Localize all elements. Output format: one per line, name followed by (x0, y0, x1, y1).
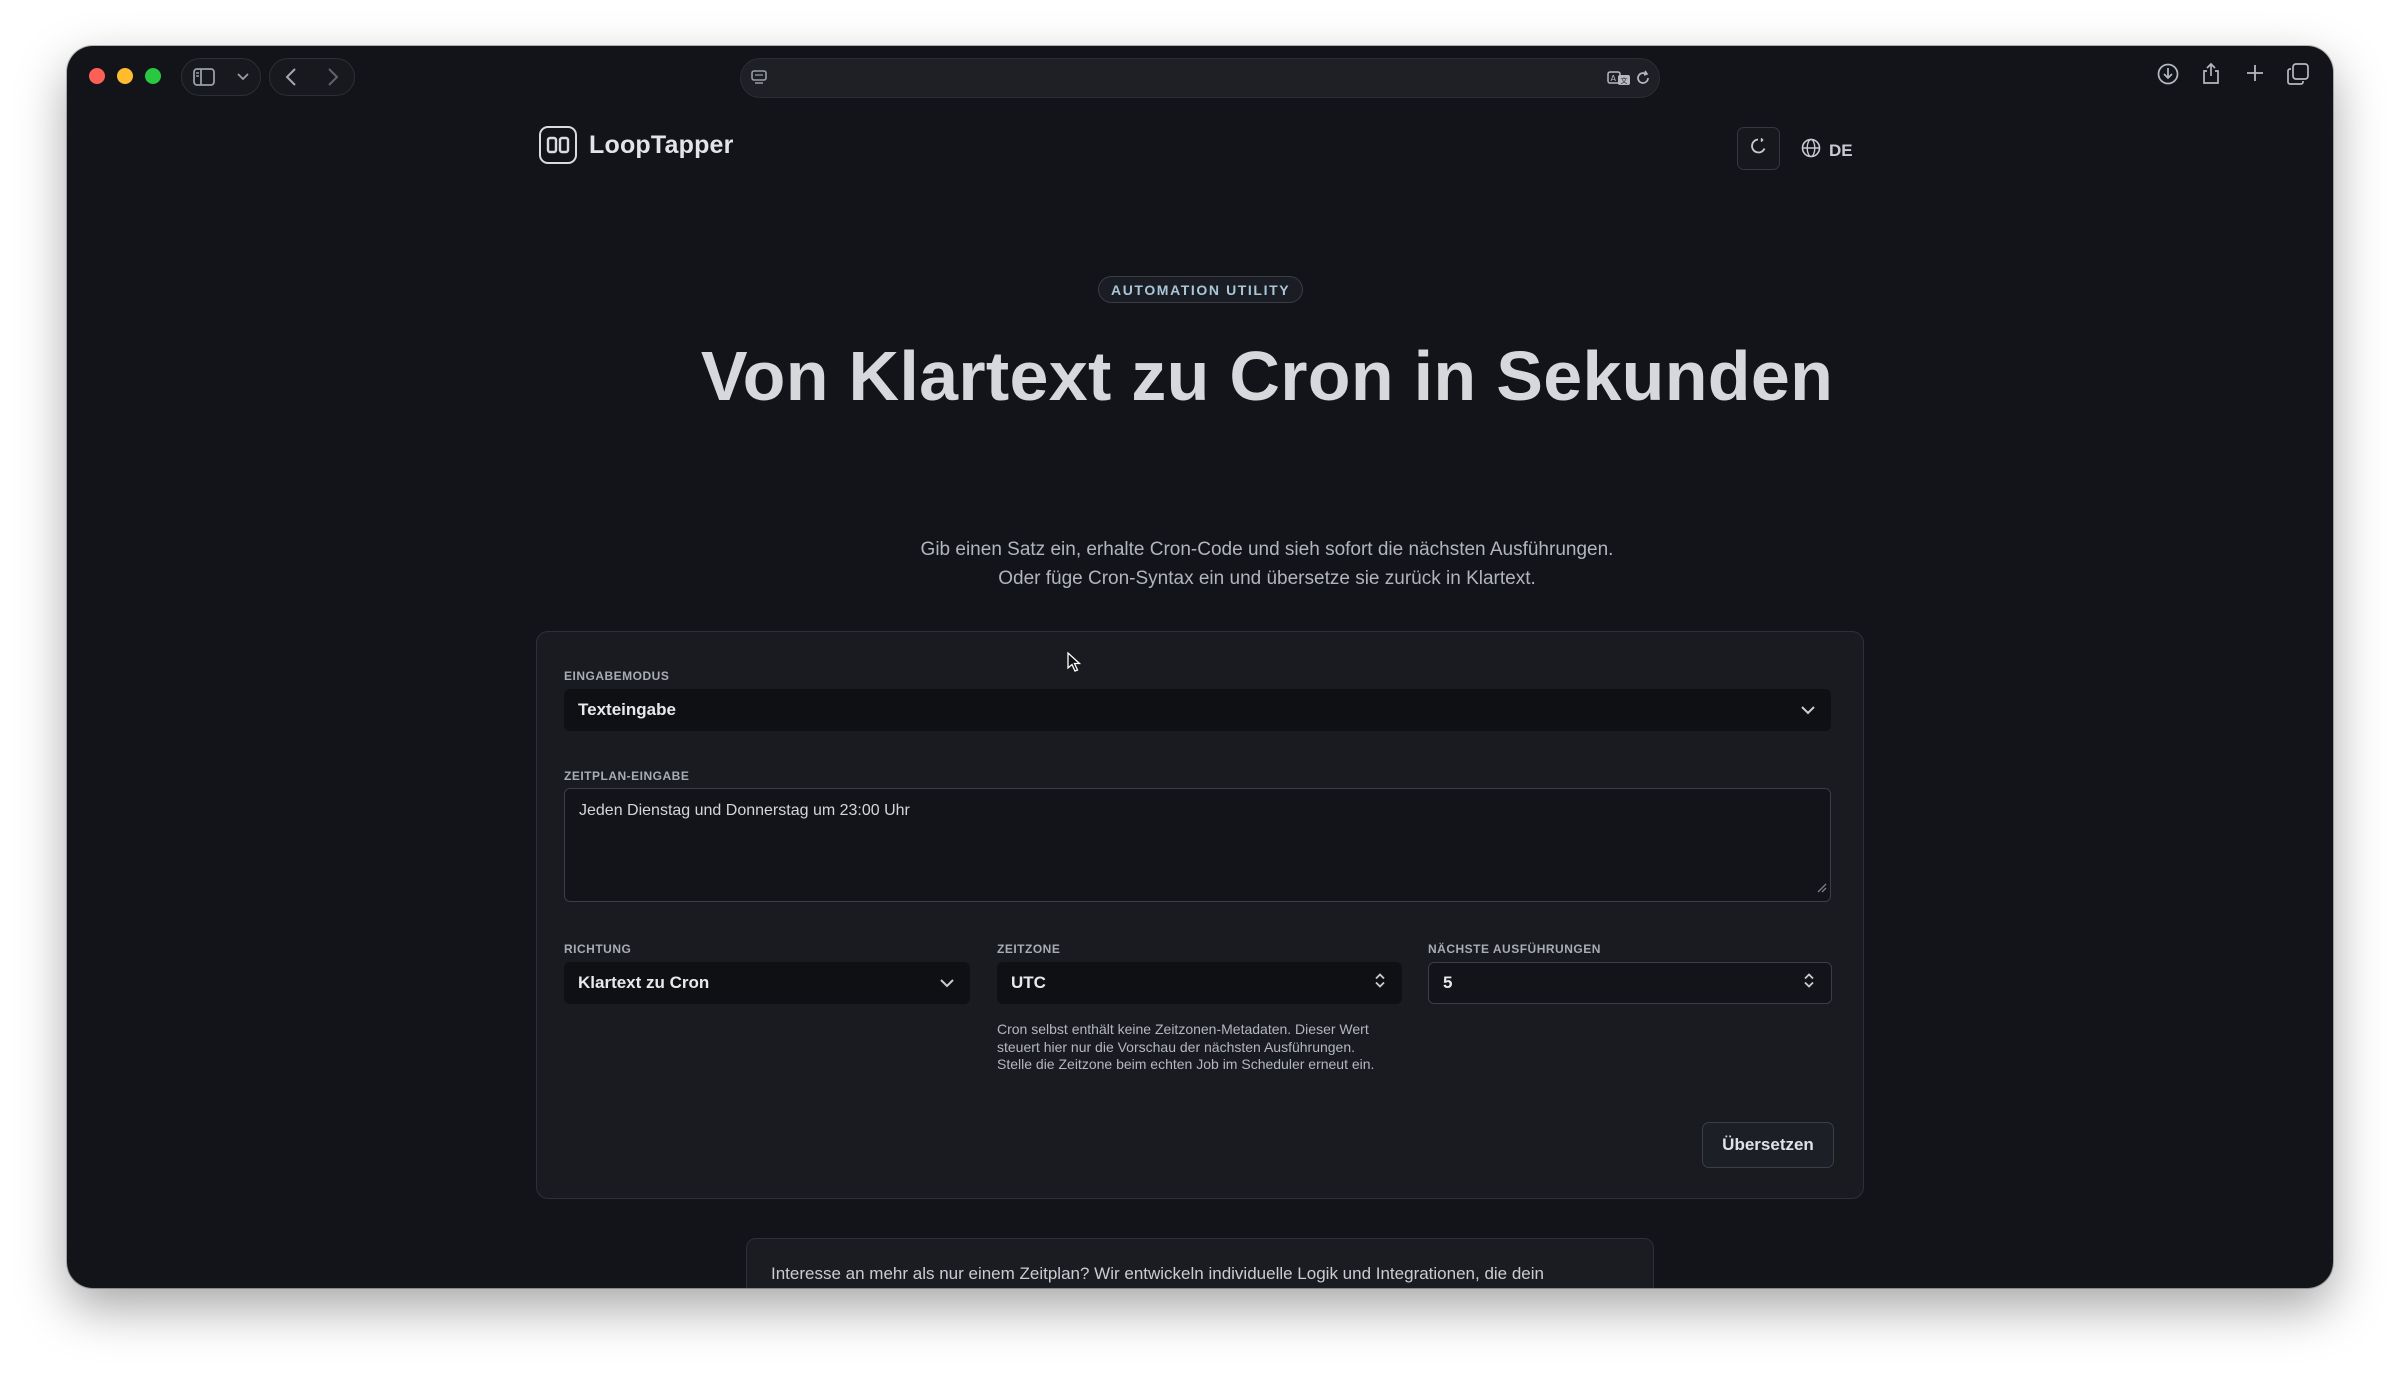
next-runs-value: 5 (1443, 973, 1453, 992)
resize-handle-icon[interactable] (1817, 880, 1827, 898)
minimize-window-button[interactable] (117, 68, 133, 84)
looptapper-logo-icon (539, 126, 577, 164)
browser-window: A文 LoopTapper DE AUTOMATION UTILITY Von … (67, 46, 2333, 1288)
history-nav-group (269, 58, 355, 96)
timezone-select[interactable]: UTC (997, 962, 1402, 1004)
share-icon[interactable] (2201, 61, 2221, 90)
schedule-textarea[interactable]: Jeden Dienstag und Donnerstag um 23:00 U… (564, 788, 1831, 902)
chevron-down-icon (1801, 700, 1815, 720)
language-code: DE (1829, 140, 1853, 160)
reload-icon[interactable] (1635, 70, 1651, 91)
language-switcher[interactable]: DE (1801, 138, 1853, 163)
schedule-text: Jeden Dienstag und Donnerstag um 23:00 U… (579, 802, 910, 819)
sidebar-icon[interactable] (193, 68, 215, 86)
page-title: Von Klartext zu Cron in Sekunden (700, 337, 1834, 415)
category-badge: AUTOMATION UTILITY (1098, 276, 1304, 303)
chevron-down-icon (940, 973, 954, 993)
globe-icon (1801, 138, 1821, 163)
subtitle-line-1: Gib einen Satz ein, erhalte Cron-Code un… (920, 539, 1614, 560)
close-window-button[interactable] (89, 68, 105, 84)
theme-icon (1749, 136, 1769, 161)
direction-label: RICHTUNG (564, 942, 632, 956)
subtitle-line-2: Oder füge Cron-Syntax ein und übersetze … (998, 568, 1536, 589)
next-runs-stepper[interactable]: 5 (1428, 962, 1832, 1004)
promo-text: Interesse an mehr als nur einem Zeitplan… (771, 1264, 1544, 1283)
translate-page-icon[interactable]: A文 (1607, 70, 1631, 91)
forward-icon[interactable] (327, 68, 339, 86)
chevron-down-icon[interactable] (237, 73, 249, 81)
translate-button[interactable]: Übersetzen (1702, 1122, 1834, 1168)
downloads-icon[interactable] (2157, 63, 2179, 90)
timezone-value: UTC (1011, 973, 1046, 992)
svg-text:文: 文 (1621, 76, 1628, 85)
address-bar[interactable]: A文 (740, 58, 1660, 98)
next-runs-label: NÄCHSTE AUSFÜHRUNGEN (1428, 942, 1601, 956)
schedule-input-label: ZEITPLAN-EINGABE (564, 769, 690, 783)
theme-toggle-button[interactable] (1737, 127, 1780, 170)
direction-select[interactable]: Klartext zu Cron (564, 962, 970, 1004)
tab-overview-icon[interactable] (2287, 63, 2309, 90)
zoom-window-button[interactable] (145, 68, 161, 84)
input-mode-value: Texteingabe (578, 700, 676, 719)
promo-banner: Interesse an mehr als nur einem Zeitplan… (746, 1238, 1654, 1288)
page-settings-icon[interactable] (751, 70, 767, 91)
brand-name: LoopTapper (589, 130, 734, 159)
brand[interactable]: LoopTapper (539, 126, 734, 164)
back-icon[interactable] (285, 68, 297, 86)
mouse-cursor-icon (1067, 651, 1082, 677)
timezone-label: ZEITZONE (997, 942, 1061, 956)
new-tab-icon[interactable] (2245, 63, 2265, 88)
timezone-note: Cron selbst enthält keine Zeitzonen-Meta… (997, 1021, 1375, 1072)
up-down-chevron-icon (1374, 972, 1386, 995)
input-mode-label: EINGABEMODUS (564, 669, 670, 683)
direction-value: Klartext zu Cron (578, 973, 710, 992)
browser-toolbar: A文 (67, 46, 2333, 106)
sidebar-toggle-group[interactable] (181, 58, 261, 96)
input-mode-select[interactable]: Texteingabe (564, 689, 1831, 731)
svg-text:A: A (1611, 74, 1617, 83)
page-subtitle: Gib einen Satz ein, erhalte Cron-Code un… (767, 535, 1767, 593)
stepper-arrows-icon[interactable] (1803, 972, 1815, 995)
